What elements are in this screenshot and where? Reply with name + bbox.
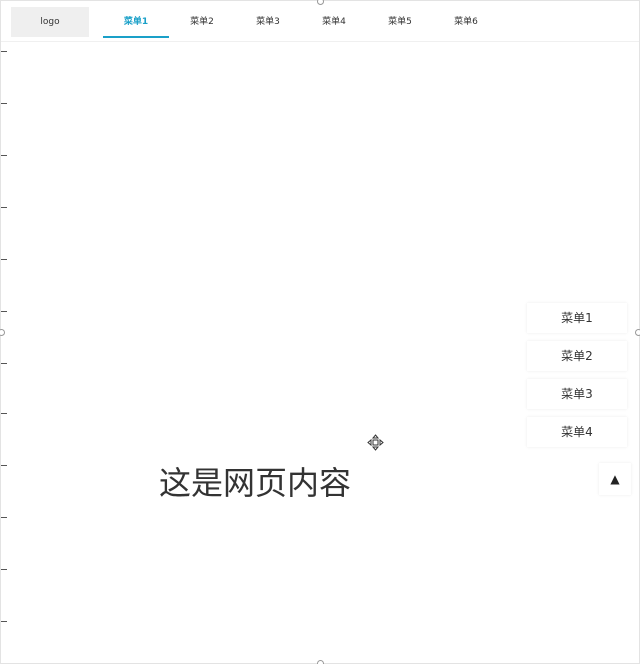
side-menu-item-2[interactable]: 菜单2 [527, 341, 627, 371]
up-arrow-icon: ▲ [610, 472, 620, 486]
resize-handle-bottom[interactable] [317, 660, 324, 664]
ruler-tick [1, 311, 7, 312]
tab-menu-5[interactable]: 菜单5 [367, 7, 433, 38]
tab-menu-1[interactable]: 菜单1 [103, 7, 169, 38]
side-menu: 菜单1 菜单2 菜单3 菜单4 [521, 299, 633, 455]
side-menu-item-1[interactable]: 菜单1 [527, 303, 627, 333]
ruler-tick [1, 155, 7, 156]
tab-menu-3[interactable]: 菜单3 [235, 7, 301, 38]
ruler-tick [1, 621, 7, 622]
ruler-tick [1, 363, 7, 364]
ruler-tick [1, 207, 7, 208]
logo: logo [11, 7, 89, 37]
ruler-tick [1, 465, 7, 466]
side-menu-item-4[interactable]: 菜单4 [527, 417, 627, 447]
tab-menu-6[interactable]: 菜单6 [433, 7, 499, 38]
top-nav: logo 菜单1 菜单2 菜单3 菜单4 菜单5 菜单6 [1, 1, 639, 42]
side-menu-item-3[interactable]: 菜单3 [527, 379, 627, 409]
tab-menu-2[interactable]: 菜单2 [169, 7, 235, 38]
back-to-top-button[interactable]: ▲ [599, 463, 631, 495]
ruler-tick [1, 413, 7, 414]
move-icon[interactable] [367, 434, 384, 451]
resize-handle-right[interactable] [635, 329, 640, 336]
ruler-tick [1, 103, 7, 104]
ruler-tick [1, 259, 7, 260]
ruler-tick [1, 51, 7, 52]
ruler-tick [1, 569, 7, 570]
page-content-text: 这是网页内容 [159, 464, 352, 502]
resize-handle-left[interactable] [0, 329, 5, 336]
tab-menu-4[interactable]: 菜单4 [301, 7, 367, 38]
ruler-tick [1, 517, 7, 518]
page-canvas: logo 菜单1 菜单2 菜单3 菜单4 菜单5 菜单6 这是网页内容 菜单1 … [0, 0, 640, 664]
